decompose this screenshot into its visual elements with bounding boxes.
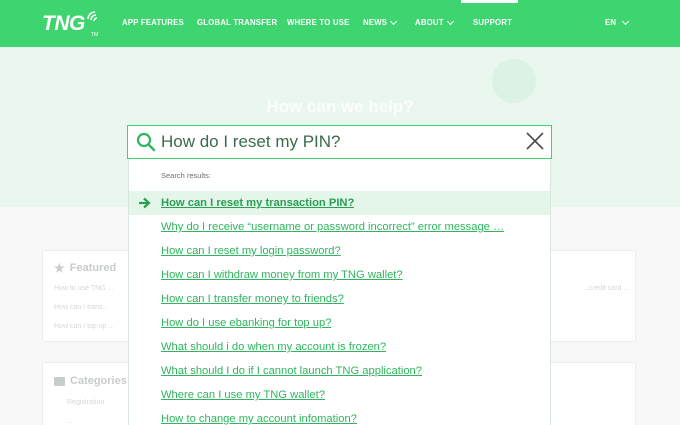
search-result-link[interactable]: How do I use ebanking for top up? bbox=[161, 317, 331, 329]
language-selector[interactable]: EN bbox=[605, 17, 630, 27]
active-nav-indicator bbox=[461, 0, 518, 3]
search-result-item[interactable]: How can I reset my login password? bbox=[129, 239, 550, 263]
chevron-down-icon bbox=[622, 17, 630, 25]
close-icon[interactable] bbox=[525, 131, 545, 151]
chevron-down-icon bbox=[390, 17, 398, 25]
search-result-link[interactable]: Where can I use my TNG wallet? bbox=[161, 389, 325, 401]
categories-title: Categories bbox=[54, 375, 127, 387]
nav-where-to-use[interactable]: WHERE TO USE bbox=[287, 18, 349, 27]
search-result-item[interactable]: How to change my account infomation? bbox=[129, 407, 550, 425]
star-icon: ★ bbox=[54, 261, 65, 275]
search-result-item[interactable]: Where can I use my TNG wallet? bbox=[129, 383, 550, 407]
logo-trademark: TM bbox=[91, 32, 99, 38]
search-result-item[interactable]: What should i do when my account is froz… bbox=[129, 335, 550, 359]
search-result-item[interactable]: What should I do if I cannot launch TNG … bbox=[129, 359, 550, 383]
search-input-box[interactable]: How do I reset my PIN? bbox=[127, 125, 552, 159]
search-result-item[interactable]: How can I reset my transaction PIN? bbox=[129, 191, 550, 215]
search-result-link[interactable]: How can I transfer money to friends? bbox=[161, 293, 344, 305]
category-link[interactable]: ... bbox=[67, 418, 73, 425]
featured-link[interactable]: How can I trans... bbox=[54, 304, 108, 311]
nav-news[interactable]: NEWS bbox=[363, 17, 398, 27]
search-result-item[interactable]: How can I withdraw money from my TNG wal… bbox=[129, 263, 550, 287]
category-link[interactable]: Registration bbox=[67, 399, 104, 406]
search-result-link[interactable]: What should I do if I cannot launch TNG … bbox=[161, 365, 422, 377]
featured-link[interactable]: How to use TNG ... bbox=[54, 285, 113, 292]
logo-text: TNG bbox=[42, 12, 85, 35]
search-icon bbox=[136, 132, 156, 152]
nav-global-transfer[interactable]: GLOBAL TRANSFER bbox=[197, 18, 277, 27]
search-result-item[interactable]: Why do I receive “username or password i… bbox=[129, 215, 550, 239]
arrow-right-icon bbox=[139, 197, 151, 209]
featured-link[interactable]: How can I top up ... bbox=[54, 323, 114, 330]
folder-icon bbox=[54, 376, 65, 386]
nav-about[interactable]: ABOUT bbox=[415, 17, 454, 27]
featured-link[interactable]: ...credit card ... bbox=[583, 285, 629, 292]
search-result-item[interactable]: How do I use ebanking for top up? bbox=[129, 311, 550, 335]
search-result-link[interactable]: How can I withdraw money from my TNG wal… bbox=[161, 269, 403, 281]
hero-title: How can we help? bbox=[266, 97, 414, 116]
search-results-label: Search results: bbox=[161, 171, 212, 180]
wifi-icon bbox=[87, 11, 98, 22]
nav-support[interactable]: SUPPORT bbox=[473, 18, 512, 27]
search-result-link[interactable]: How can I reset my login password? bbox=[161, 245, 341, 257]
search-input[interactable]: How do I reset my PIN? bbox=[161, 132, 341, 152]
search-result-link[interactable]: Why do I receive “username or password i… bbox=[161, 221, 504, 233]
search-result-link[interactable]: How to change my account infomation? bbox=[161, 413, 357, 425]
nav-app-features[interactable]: APP FEATURES bbox=[122, 18, 184, 27]
featured-title: ★ Featured bbox=[54, 261, 117, 275]
search-result-link[interactable]: How can I reset my transaction PIN? bbox=[161, 197, 354, 209]
chevron-down-icon bbox=[446, 17, 454, 25]
top-navigation-bar: TNG TM APP FEATURES GLOBAL TRANSFER WHER… bbox=[0, 0, 680, 47]
search-result-link[interactable]: What should i do when my account is froz… bbox=[161, 341, 386, 353]
search-result-item[interactable]: How can I transfer money to friends? bbox=[129, 287, 550, 311]
search-results-dropdown: Search results: How can I reset my trans… bbox=[128, 159, 551, 425]
